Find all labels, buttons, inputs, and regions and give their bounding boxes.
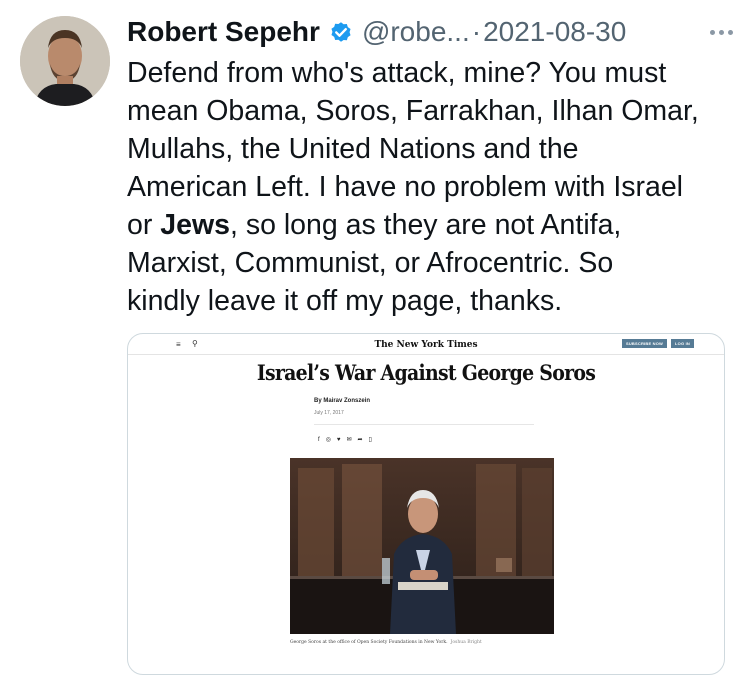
divider — [128, 354, 724, 355]
share-icon: ➦ — [357, 437, 363, 443]
verified-badge-icon — [328, 19, 354, 45]
tweet-line: kindly leave it off my page, thanks. — [127, 285, 563, 317]
share-toolbar: f ◎ ♥ ✉ ➦ ▯ — [318, 436, 372, 444]
tweet-line: Marxist, Communist, or Afrocentric. So — [127, 247, 614, 279]
author-name[interactable]: Robert Sepehr — [127, 16, 320, 48]
tweet-line: mean Obama, Soros, Farrakhan, Ilhan Omar… — [127, 95, 699, 127]
divider — [314, 424, 534, 425]
tweet-text-fragment: , so long as they are not Antifa, — [230, 209, 622, 241]
article-photo — [290, 458, 554, 634]
photo-caption: George Soros at the office of Open Socie… — [290, 640, 482, 645]
article-date: July 17, 2017 — [314, 410, 344, 416]
whatsapp-icon: ◎ — [325, 437, 331, 443]
facebook-icon: f — [318, 436, 320, 443]
nyt-topbar: ≡ ⚲ The New York Times SUBSCRIBE NOW LOG… — [128, 334, 724, 356]
login-button: LOG IN — [671, 339, 694, 348]
bookmark-icon: ▯ — [368, 437, 372, 443]
more-options-icon[interactable] — [710, 29, 733, 35]
author-handle[interactable]: @robe... — [362, 16, 470, 48]
article-byline: By Mairav Zonszein — [314, 398, 371, 404]
twitter-icon: ♥ — [336, 436, 341, 443]
avatar[interactable] — [20, 16, 110, 106]
article-headline: Israel’s War Against George Soros — [256, 360, 596, 385]
caption-text: George Soros at the office of Open Socie… — [290, 640, 448, 645]
tweet-date[interactable]: 2021-08-30 — [483, 16, 626, 48]
photo-credit: Joshua Bright — [450, 640, 482, 645]
media-image[interactable]: ≡ ⚲ The New York Times SUBSCRIBE NOW LOG… — [127, 333, 725, 675]
tweet-line: American Left. I have no problem with Is… — [127, 171, 684, 203]
tweet-text: Defend from who's attack, mine? You must… — [127, 54, 737, 320]
tweet-text-fragment: or — [127, 209, 161, 241]
tweet-bold-word: Jews — [160, 209, 230, 241]
tweet-line: Defend from who's attack, mine? You must — [127, 57, 667, 89]
email-icon: ✉ — [346, 437, 352, 443]
tweet-header: Robert Sepehr @robe... · 2021-08-30 — [127, 12, 737, 52]
separator-dot: · — [471, 16, 482, 47]
subscribe-button: SUBSCRIBE NOW — [621, 339, 668, 348]
tweet-line: Mullahs, the United Nations and the — [127, 133, 579, 165]
tweet-line: or Jews, so long as they are not Antifa, — [127, 206, 737, 244]
avatar-photo — [20, 16, 110, 106]
